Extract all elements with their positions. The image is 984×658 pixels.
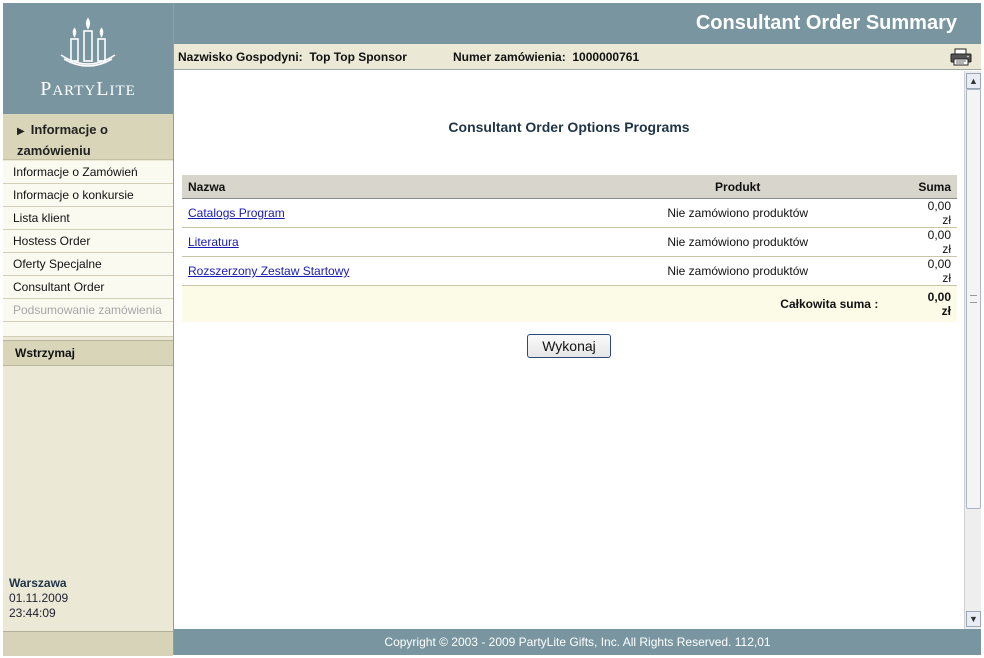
sidebar-item-special-offers[interactable]: Oferty Specjalne — [3, 253, 173, 276]
sidebar-section-order-info[interactable]: ▶ Informacje o zamówieniu — [3, 114, 173, 160]
program-name-cell: Rozszerzony Zestaw Startowy — [182, 256, 490, 286]
sidebar: PARTYLITE ▶ Informacje o zamówieniu Infor… — [3, 3, 174, 656]
location-timestamp: Warszawa 01.11.2009 23:44:09 — [9, 576, 68, 621]
product-cell: Nie zamówiono produktów — [489, 227, 913, 257]
sum-cell: 0,00 zł — [912, 256, 957, 286]
program-name-cell: Literatura — [182, 227, 490, 257]
total-value: 0,00 zł — [912, 285, 957, 322]
chevron-up-icon: ▲ — [969, 76, 978, 86]
time-label: 23:44:09 — [9, 606, 56, 620]
total-label: Całkowita suma : — [489, 285, 913, 322]
date-label: 01.11.2009 — [9, 591, 69, 605]
main-content: Consultant Order Options Programs Nazwa … — [174, 71, 964, 629]
scrollbar-thumb[interactable] — [966, 89, 981, 509]
total-row: Całkowita suma : 0,00 zł — [182, 285, 957, 322]
table-row: Catalogs Program Nie zamówiono produktów… — [182, 198, 957, 228]
scroll-up-button[interactable]: ▲ — [966, 73, 981, 89]
total-spacer-cell — [182, 285, 490, 322]
column-header-sum: Suma — [912, 175, 957, 199]
sidebar-item-hostess-order[interactable]: Hostess Order — [3, 230, 173, 253]
programs-table: Nazwa Produkt Suma Catalogs Program Nie … — [182, 175, 957, 322]
sidebar-item-consultant-order[interactable]: Consultant Order — [3, 276, 173, 299]
chevron-down-icon: ▼ — [969, 614, 978, 624]
sidebar-item-contest-info[interactable]: Informacje o konkursie — [3, 184, 173, 207]
sidebar-menu: Informacje o Zamówień Informacje o konku… — [3, 161, 173, 337]
order-number: Numer zamówienia: 1000000761 — [453, 50, 640, 64]
sidebar-item-order-summary: Podsumowanie zamówienia — [3, 299, 173, 322]
program-name-cell: Catalogs Program — [182, 198, 490, 228]
candles-logo-icon — [60, 17, 116, 67]
program-link-catalogs[interactable]: Catalogs Program — [188, 206, 285, 220]
grip-icon — [970, 295, 977, 303]
scroll-down-button[interactable]: ▼ — [966, 611, 981, 627]
city-label: Warszawa — [9, 576, 67, 590]
brand-wordmark: PARTYLITE — [40, 78, 136, 100]
logo-area: PARTYLITE — [3, 3, 173, 114]
printer-icon — [950, 48, 972, 65]
sidebar-section-label: Informacje o zamówieniu — [17, 122, 108, 158]
product-cell: Nie zamówiono produktów — [489, 198, 913, 228]
program-link-literature[interactable]: Literatura — [188, 235, 239, 249]
table-row: Rozszerzony Zestaw Startowy Nie zamówion… — [182, 256, 957, 286]
order-info-bar: Nazwisko Gospodyni: Top Top Sponsor Nume… — [174, 44, 981, 70]
section-heading: Consultant Order Options Programs — [448, 119, 690, 135]
table-row: Literatura Nie zamówiono produktów 0,00 … — [182, 227, 957, 257]
program-link-starter-kit[interactable]: Rozszerzony Zestaw Startowy — [188, 264, 349, 278]
hold-button[interactable]: Wstrzymaj — [3, 340, 173, 366]
triangle-right-icon: ▶ — [17, 126, 25, 137]
sidebar-spacer — [3, 322, 173, 337]
sidebar-item-order-info[interactable]: Informacje o Zamówień — [3, 161, 173, 184]
column-header-product: Produkt — [489, 175, 913, 199]
sum-cell: 0,00 zł — [912, 227, 957, 257]
sidebar-item-client-list[interactable]: Lista klient — [3, 207, 173, 230]
page-title: Consultant Order Summary — [174, 3, 981, 44]
host-name: Nazwisko Gospodyni: Top Top Sponsor — [178, 50, 407, 64]
submit-button[interactable]: Wykonaj — [527, 334, 611, 358]
table-header-row: Nazwa Produkt Suma — [182, 175, 957, 199]
product-cell: Nie zamówiono produktów — [489, 256, 913, 286]
print-button[interactable] — [949, 46, 973, 67]
copyright-footer: Copyright © 2003 - 2009 PartyLite Gifts,… — [174, 629, 981, 655]
sum-cell: 0,00 zł — [912, 198, 957, 228]
column-header-name: Nazwa — [182, 175, 490, 199]
vertical-scrollbar[interactable]: ▲ ▼ — [964, 71, 981, 629]
sidebar-footer — [3, 631, 173, 656]
